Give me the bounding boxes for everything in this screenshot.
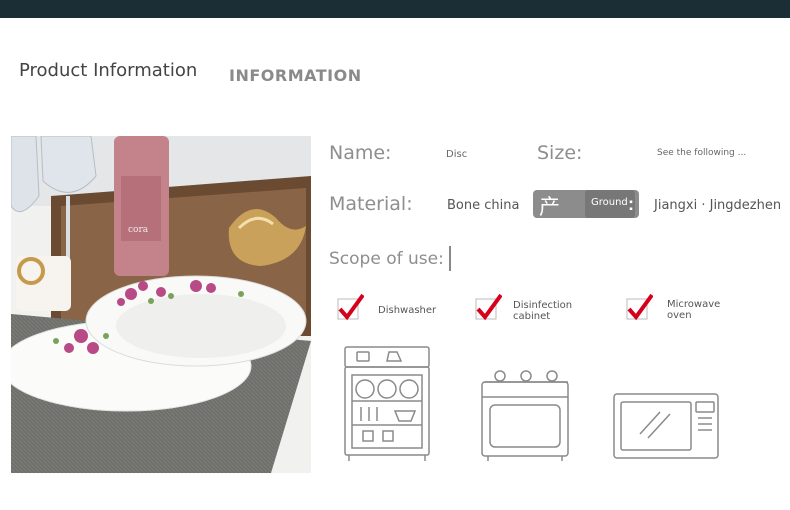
use-label-line: Dishwasher <box>378 305 437 316</box>
use-label-line: oven <box>667 310 692 321</box>
material-value: Bone china <box>447 198 520 213</box>
product-photo: cora <box>11 136 311 473</box>
text-cursor <box>449 246 451 271</box>
name-value: Disc <box>446 149 468 160</box>
disinfection-cabinet-icon <box>481 370 569 461</box>
use-label-line: Microwave <box>667 299 721 310</box>
use-label-disinfection-cabinet: Disinfection cabinet <box>513 300 572 322</box>
name-label: Name: <box>329 142 392 164</box>
scope-label: Scope of use: <box>329 249 444 269</box>
origin-colon: : <box>628 194 634 214</box>
origin-value: Jiangxi · Jingdezhen <box>654 198 782 213</box>
bottle-label-text: cora <box>128 225 149 235</box>
section-subtitle: INFORMATION <box>229 66 362 85</box>
material-label: Material: <box>329 193 413 215</box>
use-label-microwave-oven: Microwave oven <box>667 299 720 321</box>
use-label-line: cabinet <box>513 311 551 322</box>
use-label-line: Disinfection <box>513 300 573 311</box>
use-label-dishwasher: Dishwasher <box>378 305 436 316</box>
origin-badge: 产 Ground : <box>533 190 639 219</box>
size-label: Size: <box>537 142 583 164</box>
check-icon <box>337 293 364 321</box>
size-value: See the following ... <box>657 148 747 158</box>
section-title: Product Information <box>19 60 198 81</box>
check-icon <box>475 293 502 321</box>
microwave-oven-icon <box>613 393 719 459</box>
check-icon <box>626 293 653 321</box>
top-banner-bar <box>0 0 790 18</box>
origin-badge-text: Ground <box>591 197 628 208</box>
dishwasher-icon <box>344 346 430 461</box>
origin-char: 产 <box>539 195 560 219</box>
